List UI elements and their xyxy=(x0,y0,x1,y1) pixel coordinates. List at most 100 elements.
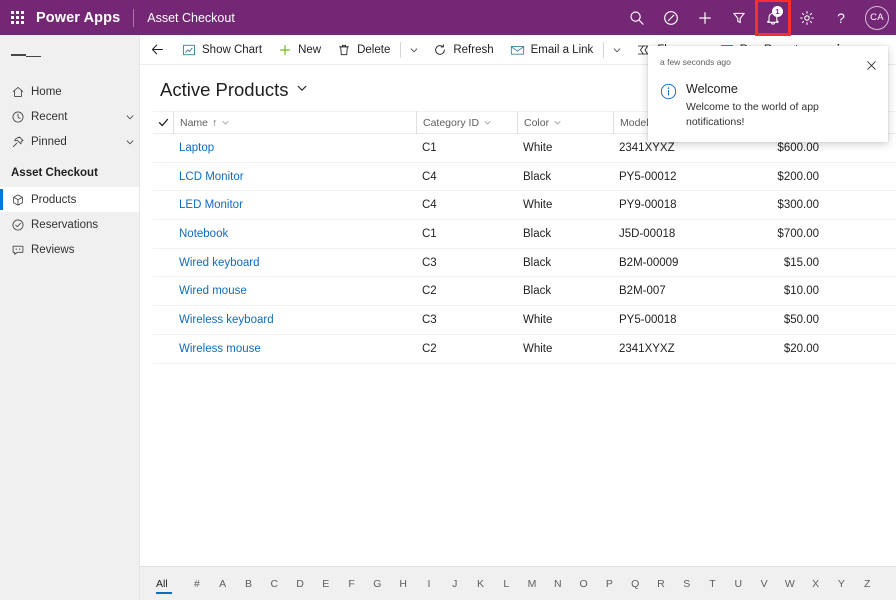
brand-title[interactable]: Power Apps xyxy=(34,10,120,26)
table-row[interactable]: LCD Monitor C4 Black PY5-00012 $200.00 3 xyxy=(153,163,896,192)
sidebar-item-reservations[interactable]: Reservations xyxy=(0,212,139,237)
chevron-down-icon[interactable] xyxy=(553,118,562,127)
table-row[interactable]: LED Monitor C4 White PY9-00018 $300.00 3 xyxy=(153,191,896,221)
alpha-filter-e[interactable]: E xyxy=(313,576,339,592)
filter-icon[interactable] xyxy=(722,0,756,35)
column-header-name[interactable]: Name ↑ xyxy=(173,111,416,134)
cell-price: $300.00 xyxy=(777,199,819,212)
chart-icon xyxy=(182,43,196,57)
cell-name[interactable]: Laptop xyxy=(173,142,416,154)
table-row[interactable]: Wireless keyboard C3 White PY5-00018 $50.00 4 xyxy=(153,306,896,335)
alpha-filter-w[interactable]: W xyxy=(777,576,803,592)
chevron-down-icon[interactable] xyxy=(483,118,492,127)
alpha-filter-all[interactable]: All xyxy=(156,576,184,594)
sidebar-item-pinned[interactable]: Pinned xyxy=(0,129,139,154)
avatar-initials: CA xyxy=(865,5,889,30)
table-row[interactable]: Wired keyboard C3 Black B2M-00009 $15.00 3 xyxy=(153,249,896,278)
cell-color: White xyxy=(523,141,553,154)
help-icon[interactable]: ? xyxy=(824,0,858,35)
alpha-filter-r[interactable]: R xyxy=(648,576,674,592)
chevron-down-icon[interactable] xyxy=(121,137,139,147)
alpha-filter-j[interactable]: J xyxy=(442,576,468,592)
alpha-filter-u[interactable]: U xyxy=(725,576,751,592)
alpha-filter-c[interactable]: C xyxy=(261,576,287,592)
chevron-down-icon[interactable] xyxy=(296,81,308,99)
app-launcher-icon[interactable] xyxy=(0,0,34,35)
app-name-label[interactable]: Asset Checkout xyxy=(147,11,235,25)
new-button[interactable]: New xyxy=(270,36,329,64)
home-icon xyxy=(11,85,31,99)
alpha-filter-i[interactable]: I xyxy=(416,576,442,592)
avatar[interactable]: CA xyxy=(858,0,896,35)
alpha-filter-k[interactable]: K xyxy=(468,576,494,592)
cell-name[interactable]: Wireless keyboard xyxy=(173,314,416,326)
table-row[interactable]: Notebook C1 Black J5D-00018 $700.00 3 xyxy=(153,220,896,249)
alpha-filter-q[interactable]: Q xyxy=(622,576,648,592)
column-header-category-id[interactable]: Category ID xyxy=(416,111,517,134)
cell-rating: 4 xyxy=(831,314,896,326)
alpha-filter-hash[interactable]: # xyxy=(184,576,210,592)
notification-bell-icon[interactable]: 1 xyxy=(755,0,791,36)
alpha-filter-y[interactable]: Y xyxy=(829,576,855,592)
alpha-filter-l[interactable]: L xyxy=(493,576,519,592)
sidebar-item-recent[interactable]: Recent xyxy=(0,104,139,129)
notification-header: a few seconds ago xyxy=(648,52,888,76)
command-divider xyxy=(400,41,402,58)
diagnostics-icon[interactable] xyxy=(654,0,688,35)
search-icon[interactable] xyxy=(620,0,654,35)
alpha-filter-o[interactable]: O xyxy=(571,576,597,592)
alpha-filter-v[interactable]: V xyxy=(751,576,777,592)
cell-name[interactable]: Wired mouse xyxy=(173,285,416,297)
alpha-filter-t[interactable]: T xyxy=(700,576,726,592)
alpha-filter-f[interactable]: F xyxy=(339,576,365,592)
sidebar-item-products[interactable]: Products xyxy=(0,187,139,212)
hamburger-menu-icon[interactable] xyxy=(0,39,139,71)
cell-color: White xyxy=(523,199,553,212)
select-all-checkbox[interactable] xyxy=(153,111,173,134)
cell-name[interactable]: LED Monitor xyxy=(173,199,416,211)
check-circle-icon xyxy=(11,218,31,232)
delete-label: Delete xyxy=(357,43,391,56)
sidebar-item-home[interactable]: Home xyxy=(0,79,139,104)
back-arrow-icon[interactable] xyxy=(144,36,170,64)
alpha-filter-n[interactable]: N xyxy=(545,576,571,592)
plus-icon[interactable] xyxy=(688,0,722,35)
cell-name[interactable]: Notebook xyxy=(173,228,416,240)
table-row[interactable]: Wireless mouse C2 White 2341XYXZ $20.00 4 xyxy=(153,335,896,364)
show-chart-button[interactable]: Show Chart xyxy=(174,36,270,64)
sidebar-item-label: Reviews xyxy=(31,243,75,256)
gear-icon[interactable] xyxy=(790,0,824,35)
cube-icon xyxy=(11,193,31,207)
delete-chevron-down-icon[interactable] xyxy=(403,36,425,64)
cell-name[interactable]: LCD Monitor xyxy=(173,171,416,183)
alpha-filter-p[interactable]: P xyxy=(597,576,623,592)
email-chevron-down-icon[interactable] xyxy=(606,36,628,64)
cell-name[interactable]: Wired keyboard xyxy=(173,257,416,269)
refresh-button[interactable]: Refresh xyxy=(425,36,501,64)
cell-color: White xyxy=(523,313,553,326)
alpha-filter-h[interactable]: H xyxy=(390,576,416,592)
email-a-link-button[interactable]: Email a Link xyxy=(502,36,602,64)
chevron-down-icon[interactable] xyxy=(121,112,139,122)
alpha-filter-z[interactable]: Z xyxy=(854,576,880,592)
alpha-filter-b[interactable]: B xyxy=(236,576,262,592)
delete-button[interactable]: Delete xyxy=(329,36,398,64)
cell-model_no: J5D-00018 xyxy=(619,227,676,240)
column-label: Name xyxy=(180,116,209,129)
column-header-color[interactable]: Color xyxy=(517,111,613,134)
alpha-filter-d[interactable]: D xyxy=(287,576,313,592)
chevron-down-icon[interactable] xyxy=(221,118,230,127)
cell-price: $10.00 xyxy=(783,285,819,298)
alpha-filter-g[interactable]: G xyxy=(364,576,390,592)
sidebar-item-reviews[interactable]: Reviews xyxy=(0,237,139,262)
table-row[interactable]: Wired mouse C2 Black B2M-007 $10.00 3 xyxy=(153,277,896,307)
alpha-filter-m[interactable]: M xyxy=(519,576,545,592)
cell-name[interactable]: Wireless mouse xyxy=(173,343,416,355)
close-icon[interactable] xyxy=(860,54,882,76)
alpha-filter-a[interactable]: A xyxy=(210,576,236,592)
cell-rating: 3 xyxy=(831,228,896,240)
alpha-filter-x[interactable]: X xyxy=(803,576,829,592)
cell-category_id: C3 xyxy=(422,313,437,326)
refresh-label: Refresh xyxy=(453,43,494,56)
alpha-filter-s[interactable]: S xyxy=(674,576,700,592)
